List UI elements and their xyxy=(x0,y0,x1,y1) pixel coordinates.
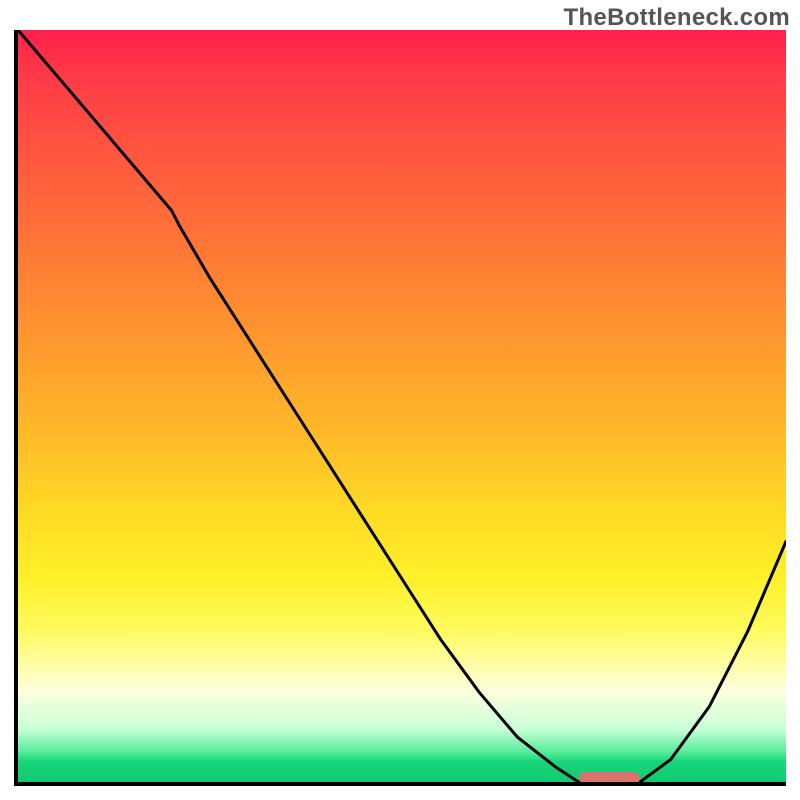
watermark-text: TheBottleneck.com xyxy=(564,4,790,32)
optimal-range-marker xyxy=(579,772,640,782)
curve-path xyxy=(18,30,786,782)
bottleneck-curve xyxy=(18,30,786,782)
plot-area xyxy=(18,30,786,782)
x-axis xyxy=(14,782,786,786)
chart-frame: TheBottleneck.com xyxy=(0,0,800,800)
